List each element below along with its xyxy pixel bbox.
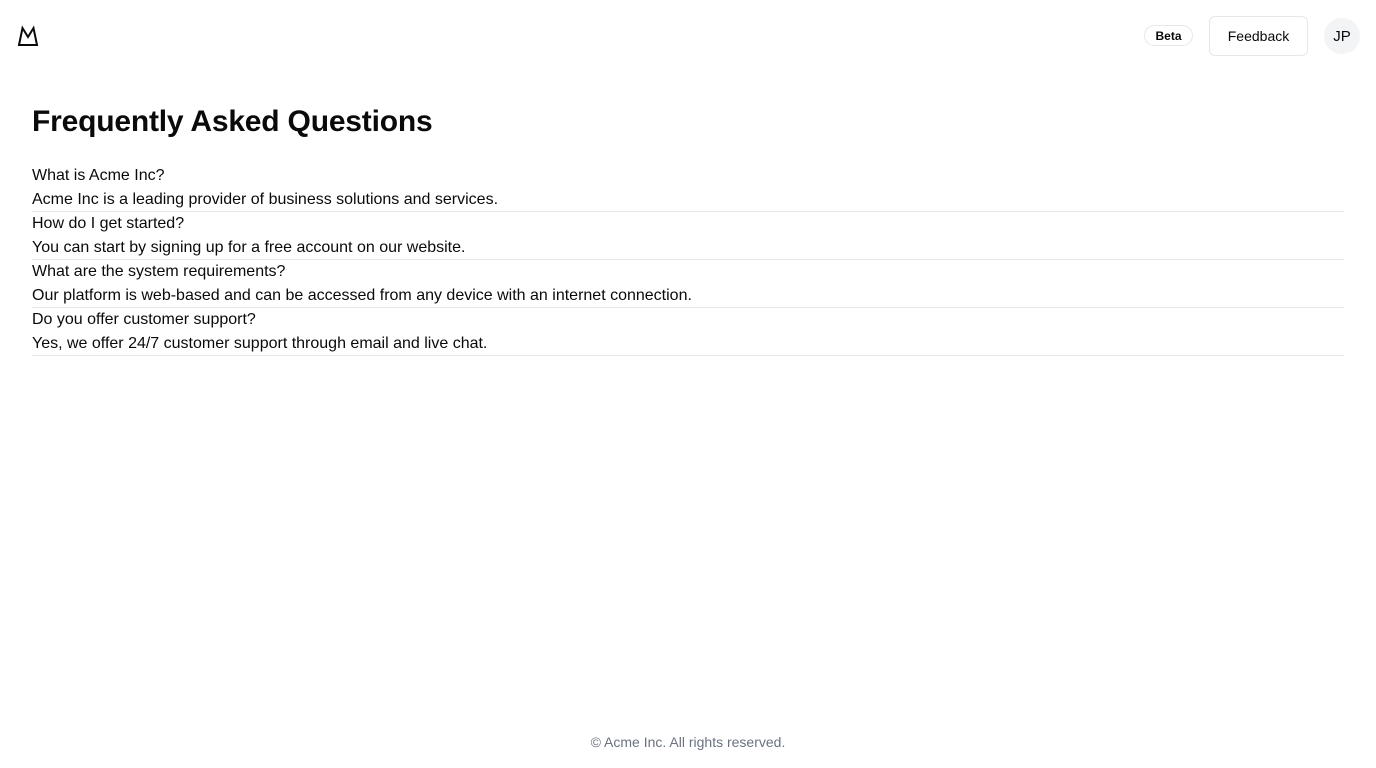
top-navbar: Beta Feedback JP bbox=[0, 0, 1376, 72]
copyright-text: © Acme Inc. All rights reserved. bbox=[590, 734, 786, 750]
faq-question[interactable]: What are the system requirements? bbox=[32, 260, 1344, 284]
page-title: Frequently Asked Questions bbox=[32, 105, 433, 138]
faq-question[interactable]: How do I get started? bbox=[32, 212, 1344, 236]
faq-question[interactable]: Do you offer customer support? bbox=[32, 308, 1344, 332]
faq-list: What is Acme Inc? Acme Inc is a leading … bbox=[32, 164, 1344, 356]
feedback-button[interactable]: Feedback bbox=[1209, 16, 1308, 56]
beta-badge: Beta bbox=[1144, 25, 1193, 46]
faq-item: How do I get started? You can start by s… bbox=[32, 212, 1344, 260]
faq-item: What is Acme Inc? Acme Inc is a leading … bbox=[32, 164, 1344, 212]
faq-item: Do you offer customer support? Yes, we o… bbox=[32, 308, 1344, 356]
faq-answer: Yes, we offer 24/7 customer support thro… bbox=[32, 335, 488, 352]
faq-answer: Our platform is web-based and can be acc… bbox=[32, 287, 692, 304]
faq-question[interactable]: What is Acme Inc? bbox=[32, 164, 1344, 188]
mountain-logo-icon[interactable] bbox=[16, 24, 40, 48]
footer: © Acme Inc. All rights reserved. bbox=[0, 730, 1376, 754]
faq-answer: Acme Inc is a leading provider of busine… bbox=[32, 191, 499, 208]
user-avatar[interactable]: JP bbox=[1324, 18, 1360, 54]
faq-section: Frequently Asked Questions What is Acme … bbox=[32, 96, 1344, 356]
faq-item: What are the system requirements? Our pl… bbox=[32, 260, 1344, 308]
faq-answer: You can start by signing up for a free a… bbox=[32, 239, 466, 256]
